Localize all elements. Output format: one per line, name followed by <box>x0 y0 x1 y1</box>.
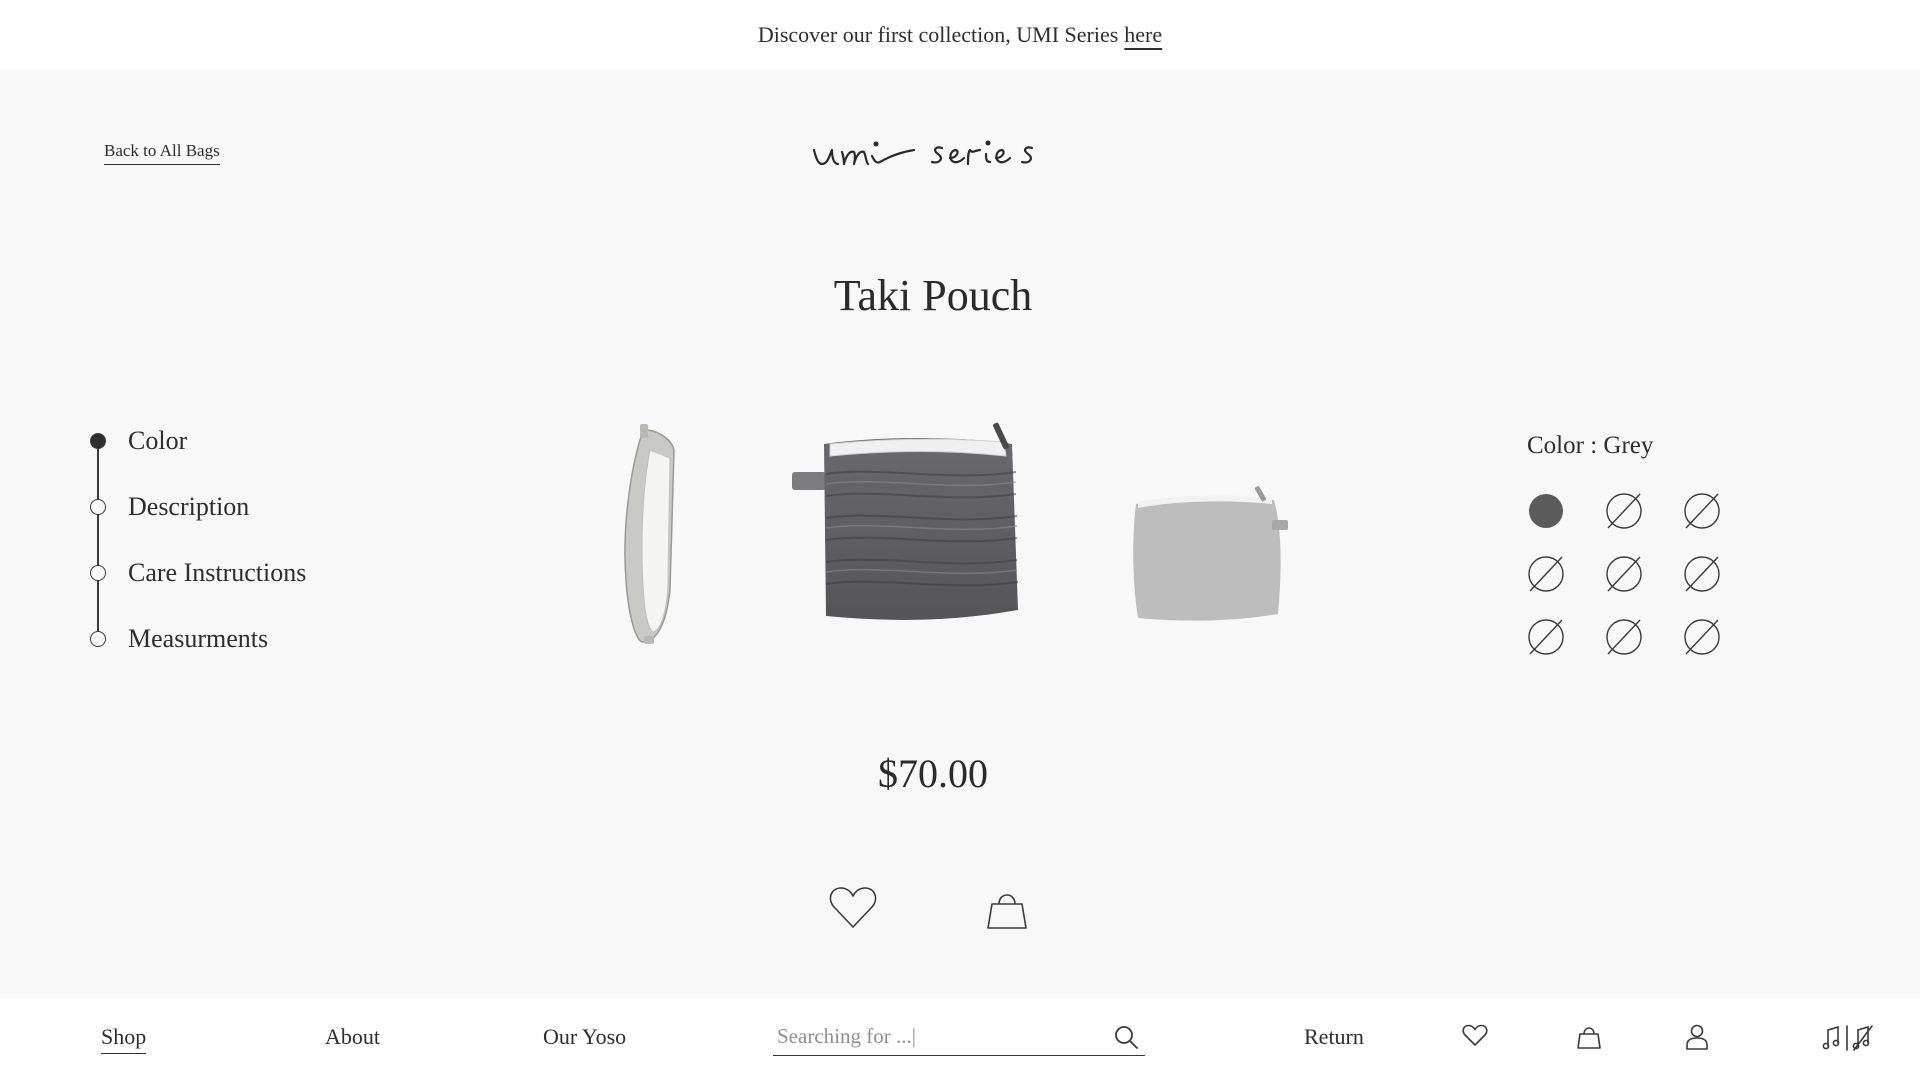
announcement-text: Discover our first collection, UMI Serie… <box>757 22 1119 47</box>
stepper-line <box>97 440 99 640</box>
brand-logo[interactable] <box>810 128 1070 178</box>
step-dot-active <box>90 433 106 449</box>
announcement-bar: Discover our first collection, UMI Serie… <box>0 0 1920 70</box>
back-to-all-bags-link[interactable]: Back to All Bags <box>104 141 220 165</box>
search-box <box>773 1018 1145 1056</box>
nav-shop[interactable]: Shop <box>101 1024 147 1054</box>
product-price: $70.00 <box>878 751 988 796</box>
search-icon[interactable] <box>1113 1024 1139 1050</box>
section-stepper: Color Description Care Instructions Meas… <box>88 420 408 660</box>
section-label: Care Instructions <box>128 558 307 587</box>
music-toggle-icon[interactable] <box>1822 1024 1876 1052</box>
heart-icon[interactable] <box>1462 1024 1488 1048</box>
swatch-unavailable[interactable] <box>1683 618 1721 656</box>
product-image-side[interactable] <box>624 424 675 644</box>
section-description[interactable]: Description <box>88 492 249 522</box>
search-input[interactable] <box>777 1020 1097 1052</box>
bag-icon[interactable] <box>1576 1024 1602 1050</box>
section-color[interactable]: Color <box>88 426 187 456</box>
swatch-grid <box>1527 492 1737 662</box>
section-label: Description <box>128 492 250 521</box>
section-care-instructions[interactable]: Care Instructions <box>88 558 306 588</box>
shopping-bag-icon[interactable] <box>984 886 1030 932</box>
nav-return[interactable]: Return <box>1304 1024 1364 1050</box>
step-dot <box>90 631 106 647</box>
swatch-unavailable[interactable] <box>1527 555 1565 593</box>
color-selector: Color : Grey <box>1527 432 1787 662</box>
swatch-unavailable[interactable] <box>1605 492 1643 530</box>
nav-about[interactable]: About <box>325 1024 380 1050</box>
swatch-unavailable[interactable] <box>1527 618 1565 656</box>
step-dot <box>90 565 106 581</box>
product-image-gallery <box>624 422 1288 644</box>
section-measurments[interactable]: Measurments <box>88 624 268 654</box>
user-icon[interactable] <box>1685 1024 1709 1050</box>
section-label: Color <box>128 426 188 455</box>
product-image-front[interactable] <box>792 422 1019 620</box>
swatch-unavailable[interactable] <box>1683 555 1721 593</box>
product-title: Taki Pouch <box>833 271 1033 320</box>
step-dot <box>90 499 106 515</box>
swatch-unavailable[interactable] <box>1605 555 1643 593</box>
nav-our-yoso[interactable]: Our Yoso <box>543 1024 626 1050</box>
swatch-unavailable[interactable] <box>1605 618 1643 656</box>
announcement-link[interactable]: here <box>1124 22 1162 48</box>
swatch-unavailable[interactable] <box>1683 492 1721 530</box>
bottom-nav-bar: Shop About Our Yoso Return <box>0 998 1920 1080</box>
product-image-back[interactable] <box>1133 486 1288 621</box>
section-label: Measurments <box>128 624 269 653</box>
color-label: Color : Grey <box>1527 432 1654 459</box>
heart-icon[interactable] <box>828 885 878 931</box>
swatch-grey-selected[interactable] <box>1527 492 1565 530</box>
